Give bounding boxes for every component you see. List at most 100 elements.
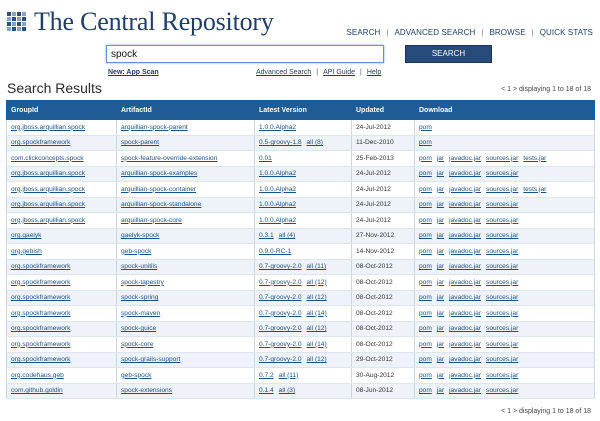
groupid-link[interactable]: org.spockframework bbox=[11, 341, 70, 348]
nav-search[interactable]: SEARCH bbox=[346, 28, 380, 37]
artifactid-link[interactable]: spock-tapestry bbox=[121, 279, 164, 286]
download-link[interactable]: jar bbox=[437, 248, 444, 255]
download-link[interactable]: pom bbox=[419, 201, 432, 208]
groupid-link[interactable]: com.github.goldin bbox=[11, 387, 63, 394]
download-link[interactable]: javadoc.jar bbox=[449, 310, 481, 317]
download-link[interactable]: pom bbox=[419, 325, 432, 332]
groupid-link[interactable]: org.jboss.arquillian.spock bbox=[11, 186, 85, 193]
advanced-search-link[interactable]: Advanced Search bbox=[256, 69, 311, 76]
version-link[interactable]: 0.9.0-RC-1 bbox=[259, 248, 291, 255]
all-versions-link[interactable]: all (12) bbox=[307, 325, 327, 332]
version-link[interactable]: 1.0.0.Alpha2 bbox=[259, 170, 296, 177]
download-link[interactable]: sources.jar bbox=[486, 294, 518, 301]
artifactid-link[interactable]: spock-maven bbox=[121, 310, 160, 317]
download-link[interactable]: sources.jar bbox=[486, 263, 518, 270]
download-link[interactable]: pom bbox=[419, 139, 432, 146]
download-link[interactable]: javadoc.jar bbox=[449, 279, 481, 286]
download-link[interactable]: sources.jar bbox=[486, 155, 518, 162]
download-link[interactable]: jar bbox=[437, 372, 444, 379]
download-link[interactable]: jar bbox=[437, 217, 444, 224]
download-link[interactable]: tests.jar bbox=[523, 186, 546, 193]
download-link[interactable]: sources.jar bbox=[486, 232, 518, 239]
version-link[interactable]: 1.0.0.Alpha2 bbox=[259, 186, 296, 193]
groupid-link[interactable]: org.jboss.arquillian.spock bbox=[11, 124, 85, 131]
download-link[interactable]: sources.jar bbox=[486, 248, 518, 255]
download-link[interactable]: javadoc.jar bbox=[449, 341, 481, 348]
nav-browse[interactable]: BROWSE bbox=[489, 28, 525, 37]
pager-top[interactable]: < 1 > displaying 1 to 18 of 18 bbox=[501, 86, 591, 93]
groupid-link[interactable]: org.spockframework bbox=[11, 263, 70, 270]
version-link[interactable]: 0.7-groovy-2.0 bbox=[259, 356, 302, 363]
all-versions-link[interactable]: all (14) bbox=[307, 341, 327, 348]
nav-quick-stats[interactable]: QUICK STATS bbox=[540, 28, 593, 37]
column-header-updated[interactable]: Updated bbox=[351, 100, 415, 120]
download-link[interactable]: javadoc.jar bbox=[449, 263, 481, 270]
version-link[interactable]: 0.7.2 bbox=[259, 372, 274, 379]
download-link[interactable]: jar bbox=[437, 310, 444, 317]
download-link[interactable]: sources.jar bbox=[486, 217, 518, 224]
download-link[interactable]: jar bbox=[437, 155, 444, 162]
download-link[interactable]: pom bbox=[419, 294, 432, 301]
download-link[interactable]: jar bbox=[437, 356, 444, 363]
artifactid-link[interactable]: arquillian-spock-examples bbox=[121, 170, 197, 177]
download-link[interactable]: sources.jar bbox=[486, 356, 518, 363]
version-link[interactable]: 0.7-groovy-2.0 bbox=[259, 310, 302, 317]
download-link[interactable]: javadoc.jar bbox=[449, 201, 481, 208]
search-button[interactable]: SEARCH bbox=[405, 45, 492, 63]
download-link[interactable]: pom bbox=[419, 372, 432, 379]
download-link[interactable]: pom bbox=[419, 387, 432, 394]
column-header-groupid[interactable]: GroupId bbox=[6, 100, 117, 120]
download-link[interactable]: pom bbox=[419, 279, 432, 286]
artifactid-link[interactable]: arquillian-spock-parent bbox=[121, 124, 188, 131]
version-link[interactable]: 0.7-groovy-2.0 bbox=[259, 325, 302, 332]
download-link[interactable]: pom bbox=[419, 232, 432, 239]
download-link[interactable]: pom bbox=[419, 217, 432, 224]
all-versions-link[interactable]: all (8) bbox=[307, 139, 324, 146]
groupid-link[interactable]: org.gebish bbox=[11, 248, 42, 255]
download-link[interactable]: jar bbox=[437, 325, 444, 332]
site-logo[interactable]: The Central Repository bbox=[7, 9, 274, 35]
download-link[interactable]: jar bbox=[437, 170, 444, 177]
version-link[interactable]: 1.0.0.Alpha2 bbox=[259, 124, 296, 131]
download-link[interactable]: pom bbox=[419, 356, 432, 363]
download-link[interactable]: sources.jar bbox=[486, 341, 518, 348]
download-link[interactable]: javadoc.jar bbox=[449, 217, 481, 224]
nav-advanced-search[interactable]: ADVANCED SEARCH bbox=[394, 28, 475, 37]
groupid-link[interactable]: org.spockframework bbox=[11, 356, 70, 363]
artifactid-link[interactable]: spock-spring bbox=[121, 294, 158, 301]
download-link[interactable]: sources.jar bbox=[486, 372, 518, 379]
download-link[interactable]: sources.jar bbox=[486, 387, 518, 394]
all-versions-link[interactable]: all (12) bbox=[307, 294, 327, 301]
groupid-link[interactable]: org.spockframework bbox=[11, 279, 70, 286]
pager-bottom[interactable]: < 1 > displaying 1 to 18 of 18 bbox=[501, 408, 591, 415]
download-link[interactable]: pom bbox=[419, 248, 432, 255]
new-app-scan-link[interactable]: New: App Scan bbox=[108, 69, 159, 76]
version-link[interactable]: 0.7-groovy-2.0 bbox=[259, 341, 302, 348]
download-link[interactable]: pom bbox=[419, 186, 432, 193]
download-link[interactable]: pom bbox=[419, 341, 432, 348]
all-versions-link[interactable]: all (11) bbox=[279, 372, 299, 379]
download-link[interactable]: sources.jar bbox=[486, 279, 518, 286]
version-link[interactable]: 0.7-groovy-2.0 bbox=[259, 279, 302, 286]
artifactid-link[interactable]: arquillian-spock-container bbox=[121, 186, 196, 193]
download-link[interactable]: tests.jar bbox=[523, 155, 546, 162]
download-link[interactable]: javadoc.jar bbox=[449, 387, 481, 394]
version-link[interactable]: 0.3.1 bbox=[259, 232, 274, 239]
download-link[interactable]: pom bbox=[419, 124, 432, 131]
download-link[interactable]: sources.jar bbox=[486, 186, 518, 193]
download-link[interactable]: pom bbox=[419, 170, 432, 177]
version-link[interactable]: 0.1.4 bbox=[259, 387, 274, 394]
download-link[interactable]: javadoc.jar bbox=[449, 325, 481, 332]
groupid-link[interactable]: org.jboss.arquillian.spock bbox=[11, 170, 85, 177]
all-versions-link[interactable]: all (12) bbox=[307, 356, 327, 363]
version-link[interactable]: 1.0.0.Alpha2 bbox=[259, 217, 296, 224]
download-link[interactable]: javadoc.jar bbox=[449, 186, 481, 193]
version-link[interactable]: 1.0.0.Alpha2 bbox=[259, 201, 296, 208]
download-link[interactable]: jar bbox=[437, 186, 444, 193]
download-link[interactable]: sources.jar bbox=[486, 170, 518, 177]
all-versions-link[interactable]: all (12) bbox=[307, 279, 327, 286]
api-guide-link[interactable]: API Guide bbox=[323, 69, 355, 76]
artifactid-link[interactable]: gaelyk-spock bbox=[121, 232, 159, 239]
download-link[interactable]: jar bbox=[437, 387, 444, 394]
column-header-latest-version[interactable]: Latest Version bbox=[254, 100, 352, 120]
